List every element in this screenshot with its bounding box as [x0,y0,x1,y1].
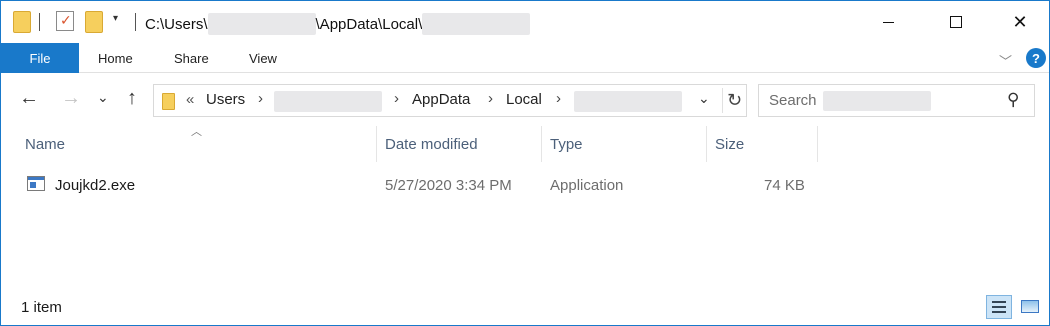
column-header-type[interactable]: Type [542,126,707,162]
large-icons-view-icon [1021,300,1039,313]
breadcrumb-appdata[interactable]: AppData [412,91,470,108]
redacted-username [207,13,316,35]
breadcrumb-chevron-icon[interactable]: › [556,90,561,107]
up-button[interactable]: ↑ [127,88,137,108]
ribbon-tabs: File Home Share View ﹀ ? [1,43,1049,73]
column-header-date-modified[interactable]: Date modified [377,126,542,162]
redacted-folder [574,91,682,112]
title-path-middle: \AppData\Local\ [315,15,423,33]
tab-share[interactable]: Share [174,43,209,73]
expand-ribbon-chevron-icon[interactable]: ﹀ [999,51,1012,70]
explorer-window: ▾ C:\Users\ \AppData\Local\ ✕ File Home … [0,0,1050,326]
new-folder-icon[interactable] [85,11,103,33]
breadcrumb-overflow[interactable]: « [186,91,194,108]
back-button[interactable]: ← [19,88,39,108]
search-placeholder: Search [769,92,817,109]
forward-button[interactable]: → [61,88,81,108]
maximize-button[interactable] [933,1,979,43]
refresh-icon[interactable]: ↻ [722,88,746,113]
details-view-button[interactable] [986,295,1012,319]
file-size: 74 KB [764,177,805,194]
minimize-button[interactable] [865,1,911,43]
file-row[interactable]: Joujkd2.exe 5/27/2020 3:34 PM Applicatio… [17,173,1035,199]
application-exe-icon [27,176,45,191]
toolbar-divider [135,13,136,31]
breadcrumb-chevron-icon[interactable]: › [394,90,399,107]
column-header-label: Date modified [385,135,478,153]
breadcrumb-users[interactable]: Users [206,91,245,108]
column-header-label: Size [715,135,745,153]
minimize-icon [882,21,894,23]
status-item-count: 1 item [21,299,62,316]
navigation-bar: ← → ⌄ ↑ « Users › › AppData › Local › ⌄ … [1,74,1049,126]
details-view-icon [992,301,1006,303]
tab-home[interactable]: Home [98,43,133,73]
breadcrumb-local[interactable]: Local [506,91,542,108]
close-icon: ✕ [1012,11,1028,32]
folder-icon [162,93,175,110]
redacted-folder [823,91,931,111]
column-header-name[interactable]: Name [17,126,377,162]
title-path-prefix: C:\Users\ [145,15,208,33]
close-button[interactable]: ✕ [997,1,1043,43]
file-name: Joujkd2.exe [55,177,136,194]
folder-icon [13,11,31,33]
file-type: Application [550,177,624,194]
large-icons-view-button[interactable] [1018,295,1044,319]
column-header-size[interactable]: Size [707,126,818,162]
search-box[interactable]: Search ⚲ [758,84,1035,117]
recent-locations-chevron-icon[interactable]: ⌄ [97,87,109,107]
address-bar[interactable]: « Users › › AppData › Local › ⌄ ↻ [153,84,747,117]
details-view-icon [992,306,1006,308]
tab-view[interactable]: View [249,43,277,73]
help-icon[interactable]: ? [1026,48,1046,68]
column-header-label: Type [550,135,583,153]
customize-toolbar-chevron-icon[interactable]: ▾ [113,13,118,24]
details-view-icon [992,311,1006,313]
maximize-icon [950,16,962,28]
tab-file[interactable]: File [1,43,79,73]
search-icon[interactable]: ⚲ [1007,90,1019,110]
column-header-label: Name [25,135,66,153]
toolbar-divider [39,13,40,31]
breadcrumb-chevron-icon[interactable]: › [488,90,493,107]
properties-icon[interactable] [56,11,74,31]
redacted-folder [422,13,531,35]
address-history-chevron-icon[interactable]: ⌄ [698,90,710,107]
file-date-modified: 5/27/2020 3:34 PM [385,177,512,194]
title-bar: ▾ C:\Users\ \AppData\Local\ ✕ [1,1,1049,43]
window-title: C:\Users\ \AppData\Local\ [145,13,531,35]
breadcrumb-chevron-icon[interactable]: › [258,90,263,107]
redacted-username [274,91,382,112]
